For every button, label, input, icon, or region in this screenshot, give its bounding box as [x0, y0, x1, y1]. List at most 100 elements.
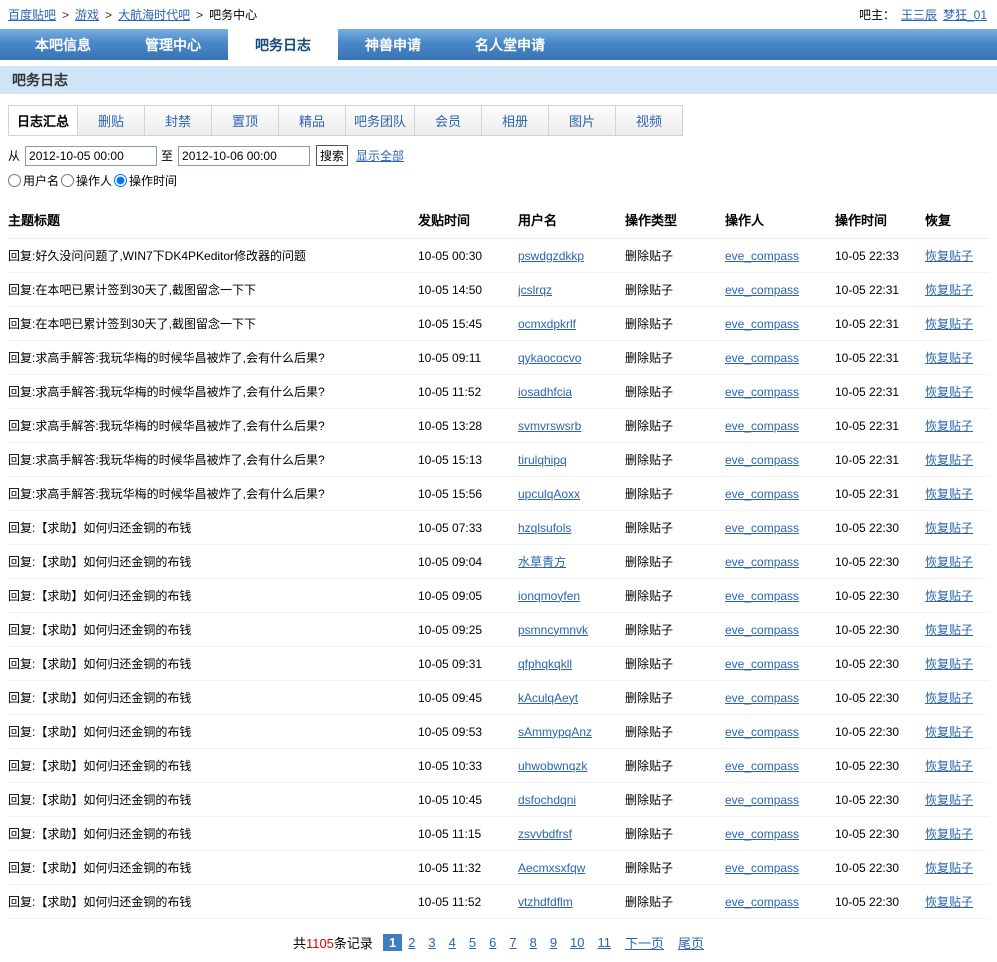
nav-tab-hall-of-fame-apply[interactable]: 名人堂申请	[448, 29, 572, 60]
row-restore-link[interactable]: 恢复贴子	[925, 827, 973, 841]
page-link[interactable]: 7	[509, 935, 516, 950]
row-restore-link[interactable]: 恢复贴子	[925, 895, 973, 909]
nav-tab-bar-log[interactable]: 吧务日志	[228, 29, 338, 60]
row-username-link[interactable]: qfphqkqkll	[518, 657, 572, 671]
page-link[interactable]: 11	[598, 935, 612, 950]
row-operator-link[interactable]: eve_compass	[725, 895, 799, 909]
row-restore-link[interactable]: 恢复贴子	[925, 385, 973, 399]
row-restore-link[interactable]: 恢复贴子	[925, 487, 973, 501]
row-username-link[interactable]: jcslrqz	[518, 283, 552, 297]
row-restore-link[interactable]: 恢复贴子	[925, 249, 973, 263]
row-operator-link[interactable]: eve_compass	[725, 691, 799, 705]
row-operator-link[interactable]: eve_compass	[725, 521, 799, 535]
row-operator-link[interactable]: eve_compass	[725, 861, 799, 875]
next-page-link[interactable]: 下一页	[625, 933, 664, 952]
row-username-link[interactable]: pswdgzdkkp	[518, 249, 584, 263]
row-username-link[interactable]: ionqmoyfen	[518, 589, 580, 603]
row-restore-link[interactable]: 恢复贴子	[925, 759, 973, 773]
row-operator-link[interactable]: eve_compass	[725, 453, 799, 467]
row-operator-link[interactable]: eve_compass	[725, 827, 799, 841]
row-username-link[interactable]: Aecmxsxfqw	[518, 861, 585, 875]
radio-username[interactable]: 用户名	[6, 172, 59, 189]
row-username-link[interactable]: uhwobwnqzk	[518, 759, 587, 773]
row-operator-link[interactable]: eve_compass	[725, 589, 799, 603]
subtab-member[interactable]: 会员	[415, 105, 483, 136]
breadcrumb-link-games[interactable]: 游戏	[75, 6, 99, 23]
breadcrumb-link-bar[interactable]: 大航海时代吧	[118, 6, 190, 23]
row-username-link[interactable]: 水草青方	[518, 555, 566, 569]
row-username-link[interactable]: hzqlsufols	[518, 521, 571, 535]
row-restore-link[interactable]: 恢复贴子	[925, 861, 973, 875]
row-operator-link[interactable]: eve_compass	[725, 725, 799, 739]
row-operator-link[interactable]: eve_compass	[725, 657, 799, 671]
row-username-link[interactable]: vtzhdfdflm	[518, 895, 573, 909]
row-username-link[interactable]: upculqAoxx	[518, 487, 580, 501]
breadcrumb-link-tieba[interactable]: 百度贴吧	[8, 6, 56, 23]
subtab-ban[interactable]: 封禁	[145, 105, 213, 136]
page-link[interactable]: 3	[428, 935, 435, 950]
row-operator-link[interactable]: eve_compass	[725, 555, 799, 569]
row-restore-link[interactable]: 恢复贴子	[925, 691, 973, 705]
subtab-admin-team[interactable]: 吧务团队	[346, 105, 416, 136]
row-operator-link[interactable]: eve_compass	[725, 793, 799, 807]
row-restore-link[interactable]: 恢复贴子	[925, 419, 973, 433]
row-username-link[interactable]: sAmmypqAnz	[518, 725, 592, 739]
subtab-image[interactable]: 图片	[549, 105, 617, 136]
row-operator-link[interactable]: eve_compass	[725, 759, 799, 773]
subtab-digest[interactable]: 精品	[279, 105, 347, 136]
row-restore-link[interactable]: 恢复贴子	[925, 453, 973, 467]
date-from-input[interactable]	[25, 145, 158, 166]
subtab-log-summary[interactable]: 日志汇总	[8, 105, 79, 136]
search-button[interactable]: 搜索	[316, 145, 349, 166]
row-operator-link[interactable]: eve_compass	[725, 623, 799, 637]
subtab-pin-top[interactable]: 置顶	[212, 105, 280, 136]
row-username-link[interactable]: qykaococvo	[518, 351, 581, 365]
page-link[interactable]: 10	[570, 935, 584, 950]
page-link[interactable]: 2	[408, 935, 415, 950]
row-restore-link[interactable]: 恢复贴子	[925, 725, 973, 739]
show-all-link[interactable]: 显示全部	[356, 147, 404, 164]
row-operator-link[interactable]: eve_compass	[725, 487, 799, 501]
radio-operator[interactable]: 操作人	[59, 172, 112, 189]
row-operator-link[interactable]: eve_compass	[725, 249, 799, 263]
row-operator-link[interactable]: eve_compass	[725, 351, 799, 365]
page-link[interactable]: 9	[550, 935, 557, 950]
bar-admin-link-1[interactable]: 王三辰	[901, 6, 937, 23]
page-link[interactable]: 4	[449, 935, 456, 950]
nav-tab-beast-apply[interactable]: 神兽申请	[338, 29, 448, 60]
row-restore-link[interactable]: 恢复贴子	[925, 589, 973, 603]
radio-operator-input[interactable]	[61, 174, 75, 187]
subtab-delete-post[interactable]: 删贴	[78, 105, 146, 136]
page-link[interactable]: 8	[530, 935, 537, 950]
row-operator-link[interactable]: eve_compass	[725, 283, 799, 297]
row-operator-link[interactable]: eve_compass	[725, 317, 799, 331]
row-restore-link[interactable]: 恢复贴子	[925, 657, 973, 671]
last-page-link[interactable]: 尾页	[678, 933, 704, 952]
row-restore-link[interactable]: 恢复贴子	[925, 317, 973, 331]
row-username-link[interactable]: iosadhfcia	[518, 385, 572, 399]
row-restore-link[interactable]: 恢复贴子	[925, 623, 973, 637]
row-username-link[interactable]: psmncymnvk	[518, 623, 588, 637]
row-restore-link[interactable]: 恢复贴子	[925, 351, 973, 365]
row-username-link[interactable]: svmvrswsrb	[518, 419, 581, 433]
row-username-link[interactable]: tirulqhipq	[518, 453, 567, 467]
row-restore-link[interactable]: 恢复贴子	[925, 793, 973, 807]
page-link[interactable]: 6	[489, 935, 496, 950]
subtab-album[interactable]: 相册	[482, 105, 550, 136]
row-username-link[interactable]: kAculqAeyt	[518, 691, 578, 705]
bar-admin-link-2[interactable]: 梦狂_01	[943, 6, 987, 23]
radio-op-time[interactable]: 操作时间	[112, 172, 177, 189]
row-operator-link[interactable]: eve_compass	[725, 419, 799, 433]
date-to-input[interactable]	[178, 145, 311, 166]
subtab-video[interactable]: 视频	[616, 105, 684, 136]
nav-tab-manage-center[interactable]: 管理中心	[118, 29, 228, 60]
row-restore-link[interactable]: 恢复贴子	[925, 521, 973, 535]
radio-op-time-input[interactable]	[114, 174, 128, 187]
row-username-link[interactable]: ocmxdpkrlf	[518, 317, 576, 331]
page-link[interactable]: 5	[469, 935, 476, 950]
radio-username-input[interactable]	[8, 174, 21, 187]
row-operator-link[interactable]: eve_compass	[725, 385, 799, 399]
row-restore-link[interactable]: 恢复贴子	[925, 555, 973, 569]
nav-tab-bar-info[interactable]: 本吧信息	[8, 29, 118, 60]
row-username-link[interactable]: zsvvbdfrsf	[518, 827, 572, 841]
